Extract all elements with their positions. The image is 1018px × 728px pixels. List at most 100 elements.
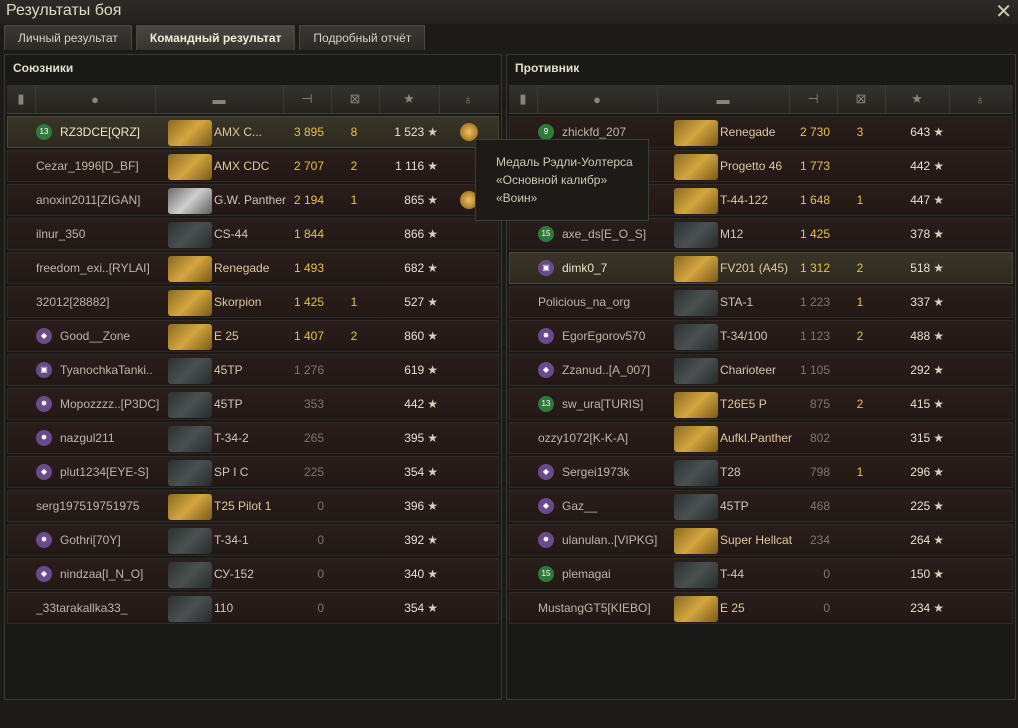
xp-star-icon[interactable]: ★: [379, 85, 440, 113]
damage-value: 225: [303, 465, 324, 479]
tab-personal-result[interactable]: Личный результат: [4, 25, 132, 50]
table-row[interactable]: ◆ nindzaa[I_N_O] СУ-152 0 340 ★: [7, 558, 499, 590]
damage-value: 1 493: [293, 261, 324, 275]
table-row[interactable]: ▣ TyanochkaTanki.. 45TP 1 276 619 ★: [7, 354, 499, 386]
xp-star-icon[interactable]: ★: [885, 85, 950, 113]
damage-value: 0: [317, 533, 324, 547]
kills-icon[interactable]: ⊠: [331, 85, 380, 113]
xp-star-icon: ★: [933, 159, 944, 173]
tab-bar: Личный результат Командный результат Под…: [4, 25, 426, 50]
tank-icon[interactable]: ▬: [155, 85, 284, 113]
table-row[interactable]: 13 RZ3DCE[QRZ] AMX C... 3 895 8 1 523 ★: [7, 116, 499, 148]
rank-badge-icon: ◆: [538, 464, 554, 480]
tooltip-line: «Основной калибр»: [496, 173, 608, 187]
table-row[interactable]: MustangGT5[KIEBO] E 25 0 234 ★: [509, 592, 1013, 624]
player-name: Mopozzzz..[P3DC]: [60, 397, 160, 411]
xp-star-icon: ★: [933, 601, 944, 615]
player-name: plut1234[EYE-S]: [60, 465, 149, 479]
damage-value: 0: [823, 567, 830, 581]
table-row[interactable]: anoxin2011[ZIGAN] G.W. Panther 2 194 1 865 ★: [7, 184, 499, 216]
xp-value: 340 ★: [378, 559, 438, 589]
rank-badge-icon: 15: [538, 566, 554, 582]
kills-value: [334, 355, 374, 385]
player-icon[interactable]: ●: [537, 85, 658, 113]
xp-star-icon: ★: [933, 295, 944, 309]
tank-thumbnail-icon: [674, 256, 718, 282]
squad-icon[interactable]: ▮: [509, 85, 538, 113]
kills-value: [334, 423, 374, 453]
table-row[interactable]: ◆ plut1234[EYE-S] SP I C 225 354 ★: [7, 456, 499, 488]
tank-thumbnail-icon: [168, 562, 212, 588]
table-row[interactable]: freedom_exi..[RYLAI] Renegade 1 493 682 ★: [7, 252, 499, 284]
table-row[interactable]: Policious_na_org STA-1 1 223 1 337 ★: [509, 286, 1013, 318]
table-row[interactable]: ozzy1072[K-K-A] Aufkl.Panther 802 315 ★: [509, 422, 1013, 454]
table-row[interactable]: ✸ EgorEgorov570 T-34/100 1 123 2 488 ★: [509, 320, 1013, 352]
table-row[interactable]: serg197519751975 T25 Pilot 1 0 396 ★: [7, 490, 499, 522]
medal-tooltip: Медаль Рэдли-Уолтерса «Основной калибр» …: [475, 139, 649, 221]
xp-star-icon: ★: [933, 329, 944, 343]
player-name: Sergei1973k: [562, 465, 630, 479]
medal-icon[interactable]: ♁: [949, 85, 1011, 113]
kills-value: [334, 219, 374, 249]
table-row[interactable]: _33tarakallka33_ 110 0 354 ★: [7, 592, 499, 624]
rank-badge-icon: ▣: [36, 362, 52, 378]
kills-icon[interactable]: ⊠: [837, 85, 886, 113]
player-name: RZ3DCE[QRZ]: [60, 125, 141, 139]
tank-icon[interactable]: ▬: [657, 85, 790, 113]
damage-icon[interactable]: ⊣: [789, 85, 838, 113]
table-row[interactable]: 32012[28882] Skorpion 1 425 1 527 ★: [7, 286, 499, 318]
xp-number: 292: [910, 363, 931, 377]
xp-number: 527: [404, 295, 425, 309]
damage-value: 1 844: [293, 227, 324, 241]
kills-value: 2: [350, 159, 358, 173]
damage-value: 1 648: [799, 193, 830, 207]
damage-value: 1 407: [293, 329, 324, 343]
tank-thumbnail-icon: [168, 392, 212, 418]
xp-number: 860: [404, 329, 425, 343]
xp-star-icon: ★: [933, 465, 944, 479]
table-row[interactable]: ilnur_350 CS-44 1 844 866 ★: [7, 218, 499, 250]
damage-value: 0: [317, 499, 324, 513]
xp-number: 518: [910, 261, 931, 275]
tank-thumbnail-icon: [674, 392, 718, 418]
kills-value: [334, 253, 374, 283]
damage-value: 1 425: [799, 227, 830, 241]
damage-value: 1 223: [799, 295, 830, 309]
table-row[interactable]: ◆ Gaz__ 45TP 468 225 ★: [509, 490, 1013, 522]
table-row[interactable]: ✸ Mopozzzz..[P3DC] 45TP 353 442 ★: [7, 388, 499, 420]
close-icon[interactable]: ✕: [995, 0, 1012, 24]
xp-value: 860 ★: [378, 321, 438, 351]
player-name: dimk0_7: [562, 261, 608, 275]
table-row[interactable]: ◆ Good__Zone E 25 1 407 2 860 ★: [7, 320, 499, 352]
xp-number: 340: [404, 567, 425, 581]
player-name: anoxin2011[ZIGAN]: [36, 193, 141, 207]
medal-icon[interactable]: ♁: [439, 85, 497, 113]
xp-number: 234: [910, 601, 931, 615]
table-row[interactable]: ✸ nazgul211 T-34-2 265 395 ★: [7, 422, 499, 454]
table-row[interactable]: ▣ dimk0_7 FV201 (A45) 1 312 2 518 ★: [509, 252, 1013, 284]
xp-value: 150 ★: [884, 559, 944, 589]
player-name: ulanulan..[VIPKG]: [562, 533, 658, 547]
table-row[interactable]: 15 plemagai T-44 0 150 ★: [509, 558, 1013, 590]
table-row[interactable]: Cezar_1996[D_BF] AMX CDC 2 707 2 1 116 ★: [7, 150, 499, 182]
table-row[interactable]: ✸ ulanulan..[VIPKG] Super Hellcat 234 264 ★: [509, 524, 1013, 556]
table-row[interactable]: 15 axe_ds[E_O_S] M12 1 425 378 ★: [509, 218, 1013, 250]
tank-thumbnail-icon: [168, 426, 212, 452]
tank-thumbnail-icon: [674, 358, 718, 384]
allies-panel: Союзники ▮ ● ▬ ⊣ ⊠ ★ ♁ 13 RZ3DCE[QRZ] AMX …: [4, 54, 502, 700]
tab-detailed-report[interactable]: Подробный отчёт: [299, 25, 426, 50]
rank-badge-icon: 15: [538, 226, 554, 242]
xp-value: 518 ★: [884, 253, 944, 283]
table-row[interactable]: ◆ Zzanud..[A_007] Charioteer 1 105 292 ★: [509, 354, 1013, 386]
damage-icon[interactable]: ⊣: [283, 85, 332, 113]
player-name: Gothri[70Y]: [60, 533, 121, 547]
player-icon[interactable]: ●: [35, 85, 156, 113]
table-row[interactable]: 13 sw_ura[TURIS] T26E5 P 875 2 415 ★: [509, 388, 1013, 420]
xp-number: 643: [910, 125, 931, 139]
tab-team-result[interactable]: Командный результат: [135, 25, 296, 50]
squad-icon[interactable]: ▮: [7, 85, 36, 113]
table-row[interactable]: ◆ Sergei1973k T28 798 1 296 ★: [509, 456, 1013, 488]
table-row[interactable]: ✸ Gothri[70Y] T-34-1 0 392 ★: [7, 524, 499, 556]
kills-value: [334, 559, 374, 589]
xp-number: 354: [404, 465, 425, 479]
